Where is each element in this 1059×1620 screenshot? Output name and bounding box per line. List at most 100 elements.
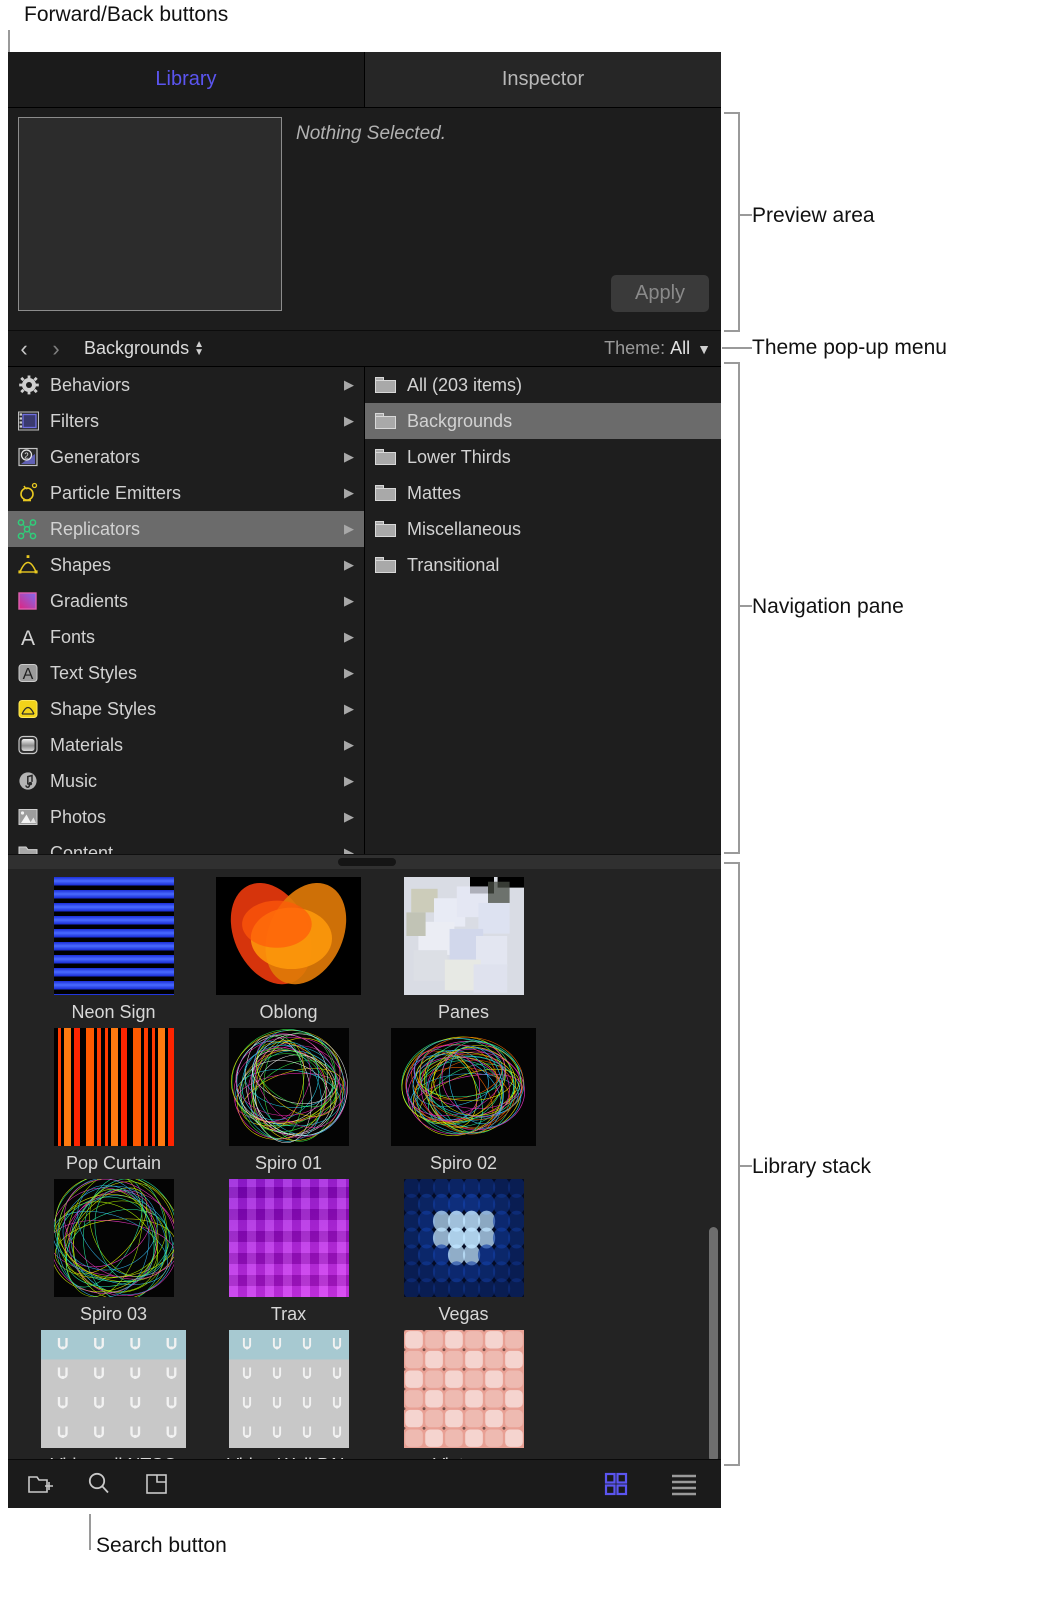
library-item-thumbnail[interactable] xyxy=(53,877,174,995)
nav-folder-mattes[interactable]: Mattes xyxy=(365,475,721,511)
nav-category-fonts[interactable]: A Fonts ▶ xyxy=(8,619,364,655)
nav-category-label: Particle Emitters xyxy=(50,482,182,503)
disclosure-triangle-icon[interactable]: ▶ xyxy=(344,593,354,609)
nav-folder-miscellaneous[interactable]: Miscellaneous xyxy=(365,511,721,547)
library-item-label: Trax xyxy=(270,1304,307,1324)
library-item-thumbnail[interactable] xyxy=(53,1028,174,1146)
new-folder-icon[interactable] xyxy=(26,1469,56,1499)
disclosure-triangle-icon[interactable]: ▶ xyxy=(344,521,354,537)
search-icon[interactable] xyxy=(84,1469,114,1499)
nav-category-filters[interactable]: Filters ▶ xyxy=(8,403,364,439)
nav-category-label: Music xyxy=(50,770,98,791)
library-item-thumbnail[interactable] xyxy=(403,877,524,995)
library-item-thumbnail[interactable] xyxy=(41,1330,186,1448)
list-view-icon[interactable] xyxy=(669,1469,699,1499)
nav-category-shape-styles[interactable]: Shape Styles ▶ xyxy=(8,691,364,727)
stepper-icon: ▲ ▼ xyxy=(194,338,204,358)
back-button[interactable]: ‹ xyxy=(8,337,40,360)
nav-category-materials[interactable]: Materials ▶ xyxy=(8,727,364,763)
nav-folder-label: Mattes xyxy=(407,482,462,503)
nav-category-label: Filters xyxy=(50,410,99,431)
library-item[interactable]: Spiro 02 xyxy=(376,1028,551,1174)
library-item-label: Neon Sign xyxy=(71,1002,156,1022)
nav-category-particle-emitters[interactable]: Particle Emitters ▶ xyxy=(8,475,364,511)
disclosure-triangle-icon[interactable]: ▶ xyxy=(344,845,354,854)
disclosure-triangle-icon[interactable]: ▶ xyxy=(344,737,354,753)
nav-category-gradients[interactable]: Gradients ▶ xyxy=(8,583,364,619)
leader-stack-bracket xyxy=(738,862,740,1466)
library-item-label: Oblong xyxy=(259,1002,318,1022)
nav-category-generators[interactable]: 2 Generators ▶ xyxy=(8,439,364,475)
folder-icon xyxy=(373,374,399,396)
library-item-thumbnail[interactable] xyxy=(403,1330,524,1448)
library-item-thumbnail[interactable] xyxy=(391,1028,536,1146)
library-item[interactable]: Vintage xyxy=(376,1330,551,1469)
library-item[interactable]: Vegas xyxy=(376,1179,551,1325)
filmstrip-icon xyxy=(16,410,42,432)
library-item-thumbnail[interactable] xyxy=(403,1179,524,1297)
theme-label: Theme: xyxy=(604,338,666,358)
theme-value: All xyxy=(670,338,691,358)
nav-folder-transitional[interactable]: Transitional xyxy=(365,547,721,583)
library-item[interactable]: Oblong xyxy=(201,877,376,1023)
nav-folder-backgrounds[interactable]: Backgrounds xyxy=(365,403,721,439)
nav-folder-lower-thirds[interactable]: Lower Thirds xyxy=(365,439,721,475)
nav-category-photos[interactable]: Photos ▶ xyxy=(8,799,364,835)
library-item-thumbnail[interactable] xyxy=(53,1179,174,1297)
nav-folder-all-203-items[interactable]: All (203 items) xyxy=(365,367,721,403)
library-panel: Library Inspector Nothing Selected. Appl… xyxy=(8,52,721,1508)
library-item[interactable]: Trax xyxy=(201,1179,376,1325)
library-item-thumbnail[interactable] xyxy=(216,877,361,995)
disclosure-triangle-icon[interactable]: ▶ xyxy=(344,629,354,645)
nav-category-content[interactable]: Content ▶ xyxy=(8,835,364,854)
grid-view-icon[interactable] xyxy=(601,1469,631,1499)
library-item[interactable]: Video…ll NTSC xyxy=(26,1330,201,1469)
disclosure-triangle-icon[interactable]: ▶ xyxy=(344,485,354,501)
path-popup[interactable]: Backgrounds ▲ ▼ xyxy=(84,338,204,359)
preview-status-text: Nothing Selected. xyxy=(296,123,446,144)
library-item-thumbnail[interactable] xyxy=(228,1179,349,1297)
new-window-icon[interactable] xyxy=(142,1469,172,1499)
library-item[interactable]: Video Wall PAL xyxy=(201,1330,376,1469)
library-item[interactable]: Neon Sign xyxy=(26,877,201,1023)
particle-icon xyxy=(16,482,42,504)
nav-category-text-styles[interactable]: A Text Styles ▶ xyxy=(8,655,364,691)
library-item-label: Panes xyxy=(437,1002,490,1022)
library-item-thumbnail[interactable] xyxy=(228,1330,349,1448)
nav-category-behaviors[interactable]: Behaviors ▶ xyxy=(8,367,364,403)
tab-library[interactable]: Library xyxy=(8,52,365,107)
leader-theme-stem xyxy=(722,347,752,349)
nav-category-replicators[interactable]: Replicators ▶ xyxy=(8,511,364,547)
disclosure-triangle-icon[interactable]: ▶ xyxy=(344,413,354,429)
tab-inspector[interactable]: Inspector xyxy=(365,52,721,107)
disclosure-triangle-icon[interactable]: ▶ xyxy=(344,773,354,789)
shape-icon xyxy=(16,554,42,576)
library-item[interactable]: Spiro 03 xyxy=(26,1179,201,1325)
library-item-label: Pop Curtain xyxy=(65,1153,162,1173)
disclosure-triangle-icon[interactable]: ▶ xyxy=(344,377,354,393)
apply-button[interactable]: Apply xyxy=(611,275,709,312)
horizontal-scrollbar[interactable] xyxy=(8,854,721,869)
library-item[interactable]: Panes xyxy=(376,877,551,1023)
nav-category-shapes[interactable]: Shapes ▶ xyxy=(8,547,364,583)
disclosure-triangle-icon[interactable]: ▶ xyxy=(344,701,354,717)
category-column[interactable]: Behaviors ▶ Filters ▶ 2 Generators ▶ Particle E… xyxy=(8,367,365,854)
nav-category-label: Content xyxy=(50,842,114,855)
path-bar: ‹ › Backgrounds ▲ ▼ Theme: All ▼ xyxy=(8,330,721,367)
folder-column[interactable]: All (203 items) Backgrounds Lower Thirds Ma… xyxy=(365,367,721,854)
disclosure-triangle-icon[interactable]: ▶ xyxy=(344,665,354,681)
disclosure-triangle-icon[interactable]: ▶ xyxy=(344,557,354,573)
library-item[interactable]: Spiro 01 xyxy=(201,1028,376,1174)
library-item-thumbnail[interactable] xyxy=(228,1028,349,1146)
library-item[interactable]: Pop Curtain xyxy=(26,1028,201,1174)
leader-nav-stem xyxy=(738,605,752,607)
annotation-preview-area: Preview area xyxy=(752,204,875,227)
forward-button[interactable]: › xyxy=(40,337,72,360)
disclosure-triangle-icon[interactable]: ▶ xyxy=(344,809,354,825)
svg-text:2: 2 xyxy=(24,451,29,460)
nav-category-music[interactable]: Music ▶ xyxy=(8,763,364,799)
vertical-scrollbar-thumb[interactable] xyxy=(709,1227,718,1462)
disclosure-triangle-icon[interactable]: ▶ xyxy=(344,449,354,465)
theme-popup-menu[interactable]: Theme: All ▼ xyxy=(604,338,711,359)
horizontal-scrollbar-thumb[interactable] xyxy=(338,858,396,866)
